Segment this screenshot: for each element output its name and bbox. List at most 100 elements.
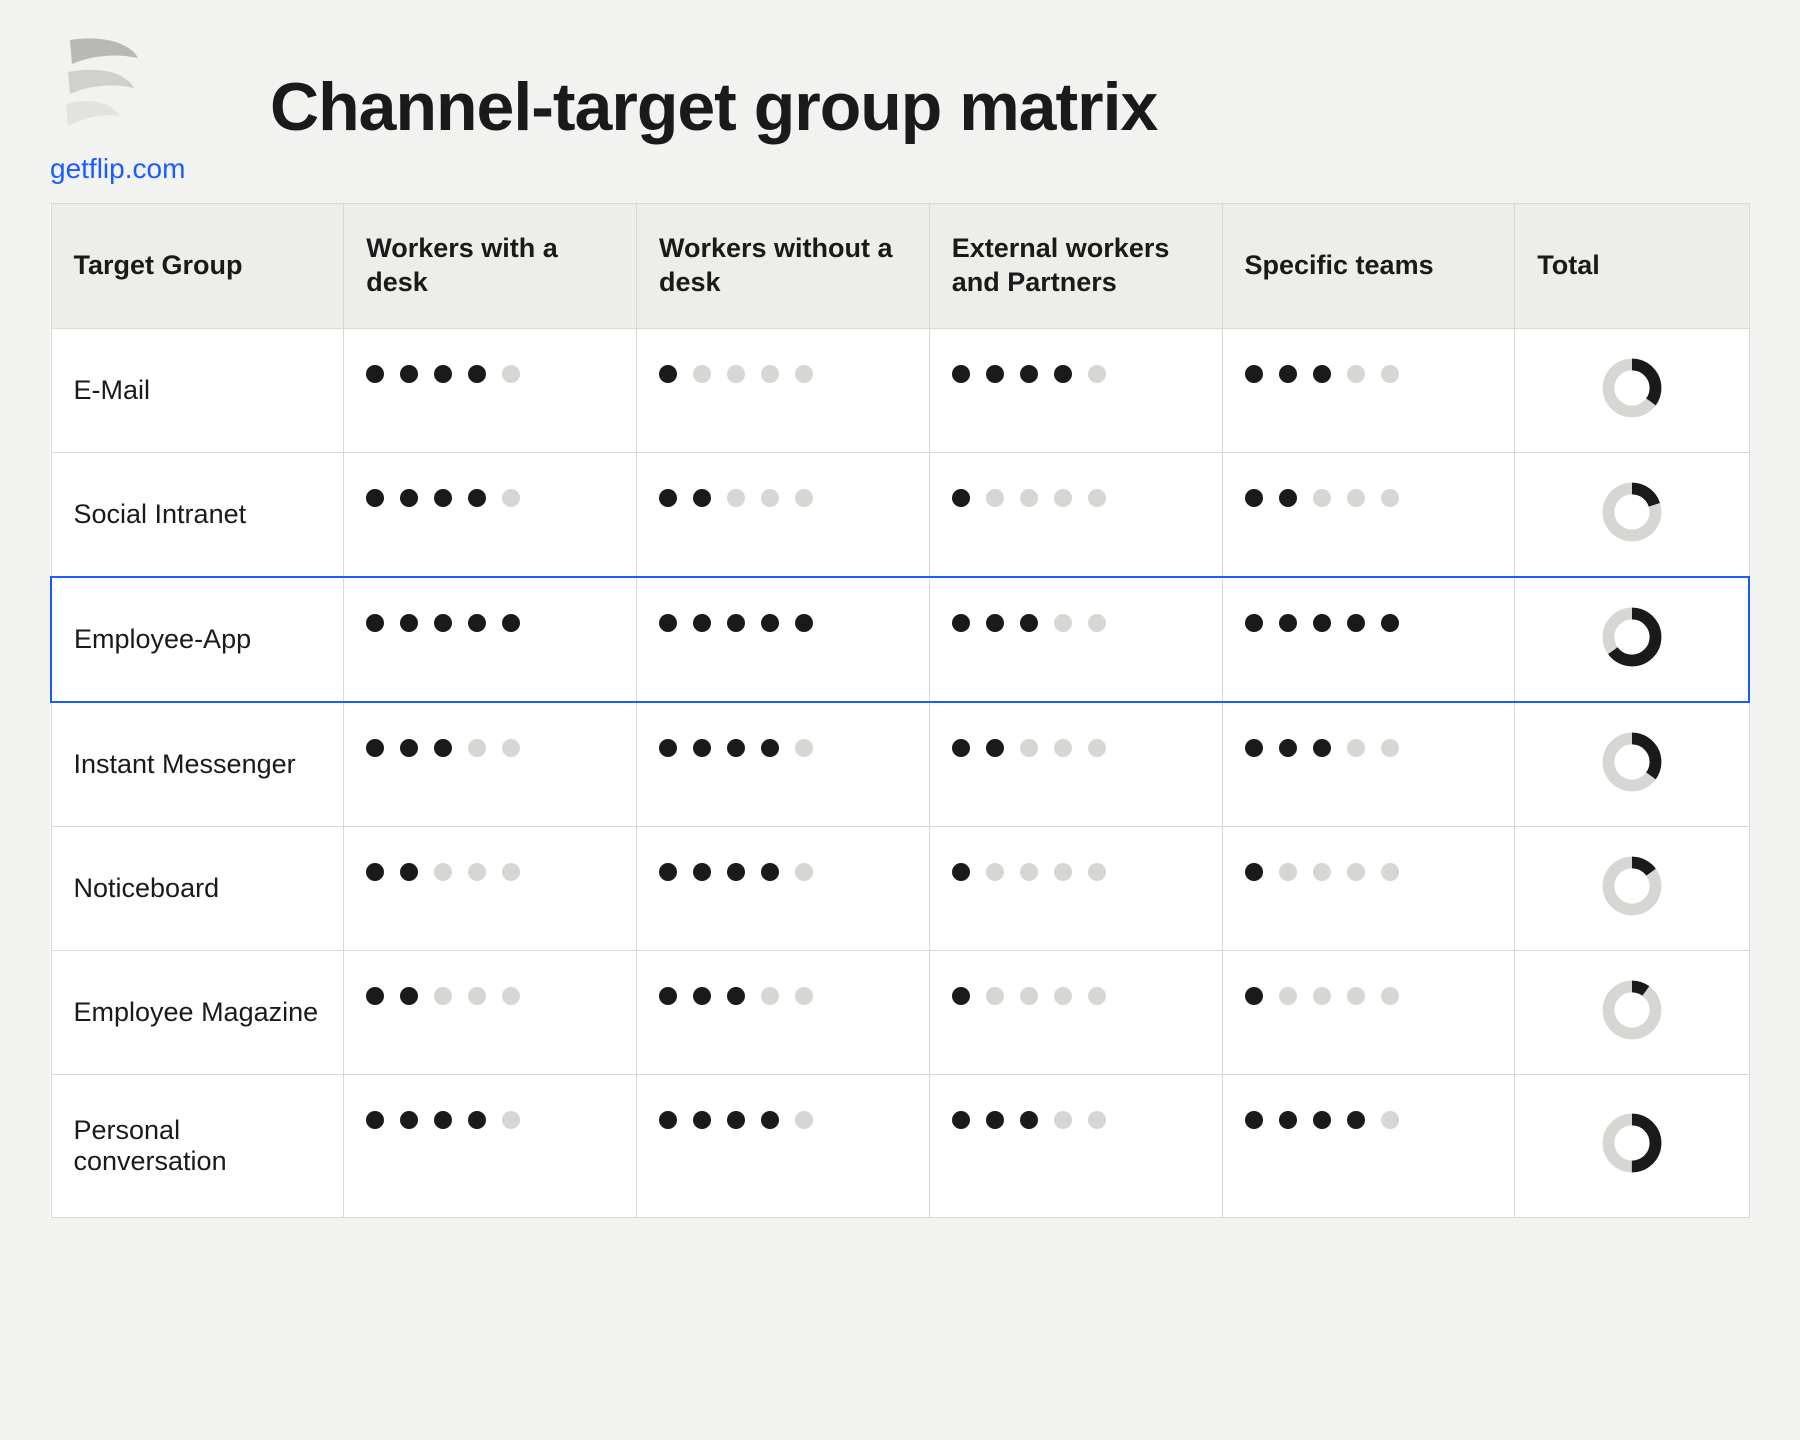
dot-filled-icon: [1313, 739, 1331, 757]
score-cell: [929, 328, 1222, 452]
row-label: Personal conversation: [51, 1074, 344, 1217]
dot-empty-icon: [1347, 739, 1365, 757]
dot-empty-icon: [502, 863, 520, 881]
dot-rating: [952, 1105, 1200, 1129]
header: getflip.com Channel-target group matrix: [50, 30, 1750, 185]
dot-rating: [1245, 483, 1493, 507]
row-label: Instant Messenger: [51, 702, 344, 827]
dot-empty-icon: [1381, 987, 1399, 1005]
dot-empty-icon: [727, 489, 745, 507]
dot-rating: [1245, 733, 1493, 757]
dot-filled-icon: [434, 739, 452, 757]
donut-total-icon: [1601, 731, 1663, 793]
dot-filled-icon: [795, 614, 813, 632]
dot-filled-icon: [1054, 365, 1072, 383]
row-label: Employee Magazine: [51, 950, 344, 1074]
score-cell: [344, 826, 637, 950]
dot-filled-icon: [659, 489, 677, 507]
column-header: Specific teams: [1222, 204, 1515, 329]
dot-empty-icon: [1054, 1111, 1072, 1129]
dot-rating: [366, 981, 614, 1005]
dot-filled-icon: [952, 614, 970, 632]
dot-empty-icon: [1088, 614, 1106, 632]
table-row: Social Intranet: [51, 452, 1749, 577]
dot-filled-icon: [468, 365, 486, 383]
score-cell: [637, 577, 930, 702]
dot-rating: [659, 359, 907, 383]
dot-rating: [659, 1105, 907, 1129]
dot-rating: [659, 483, 907, 507]
score-cell: [637, 1074, 930, 1217]
table-row: Noticeboard: [51, 826, 1749, 950]
dot-filled-icon: [1279, 739, 1297, 757]
dot-rating: [659, 981, 907, 1005]
dot-filled-icon: [1279, 489, 1297, 507]
table-body: E-MailSocial IntranetEmployee-AppInstant…: [51, 328, 1749, 1217]
donut-total-icon: [1601, 1112, 1663, 1174]
dot-empty-icon: [795, 365, 813, 383]
dot-empty-icon: [502, 1111, 520, 1129]
dot-filled-icon: [659, 365, 677, 383]
dot-filled-icon: [761, 614, 779, 632]
dot-filled-icon: [1313, 614, 1331, 632]
dot-empty-icon: [693, 365, 711, 383]
table-row: Instant Messenger: [51, 702, 1749, 827]
dot-filled-icon: [434, 489, 452, 507]
donut-total-icon: [1601, 481, 1663, 543]
score-cell: [929, 452, 1222, 577]
donut-total-icon: [1601, 606, 1663, 668]
dot-filled-icon: [1279, 614, 1297, 632]
dot-filled-icon: [1279, 1111, 1297, 1129]
dot-rating: [366, 608, 614, 632]
dot-empty-icon: [761, 987, 779, 1005]
dot-filled-icon: [659, 987, 677, 1005]
score-cell: [344, 452, 637, 577]
dot-filled-icon: [952, 365, 970, 383]
dot-filled-icon: [659, 614, 677, 632]
dot-empty-icon: [1020, 863, 1038, 881]
dot-rating: [1245, 1105, 1493, 1129]
dot-filled-icon: [1245, 739, 1263, 757]
dot-empty-icon: [1088, 739, 1106, 757]
dot-rating: [1245, 981, 1493, 1005]
dot-filled-icon: [434, 614, 452, 632]
donut-total-icon: [1601, 979, 1663, 1041]
score-cell: [344, 328, 637, 452]
dot-filled-icon: [366, 739, 384, 757]
dot-filled-icon: [761, 739, 779, 757]
score-cell: [1222, 452, 1515, 577]
dot-empty-icon: [795, 863, 813, 881]
dot-empty-icon: [434, 863, 452, 881]
dot-rating: [952, 483, 1200, 507]
dot-empty-icon: [468, 863, 486, 881]
dot-rating: [1245, 359, 1493, 383]
dot-rating: [659, 857, 907, 881]
total-cell: [1515, 826, 1749, 950]
dot-rating: [1245, 857, 1493, 881]
dot-empty-icon: [1347, 365, 1365, 383]
dot-empty-icon: [1347, 987, 1365, 1005]
dot-filled-icon: [434, 1111, 452, 1129]
total-cell: [1515, 1074, 1749, 1217]
dot-filled-icon: [400, 987, 418, 1005]
dot-filled-icon: [1245, 1111, 1263, 1129]
dot-empty-icon: [795, 739, 813, 757]
dot-filled-icon: [366, 489, 384, 507]
dot-empty-icon: [502, 739, 520, 757]
dot-empty-icon: [761, 365, 779, 383]
dot-rating: [659, 733, 907, 757]
dot-filled-icon: [693, 863, 711, 881]
dot-empty-icon: [1088, 489, 1106, 507]
dot-rating: [366, 483, 614, 507]
dot-filled-icon: [468, 614, 486, 632]
score-cell: [637, 328, 930, 452]
score-cell: [929, 702, 1222, 827]
dot-filled-icon: [659, 863, 677, 881]
dot-empty-icon: [1088, 1111, 1106, 1129]
dot-empty-icon: [1381, 489, 1399, 507]
total-cell: [1515, 702, 1749, 827]
dot-empty-icon: [1381, 365, 1399, 383]
dot-rating: [366, 857, 614, 881]
score-cell: [929, 950, 1222, 1074]
dot-filled-icon: [366, 614, 384, 632]
